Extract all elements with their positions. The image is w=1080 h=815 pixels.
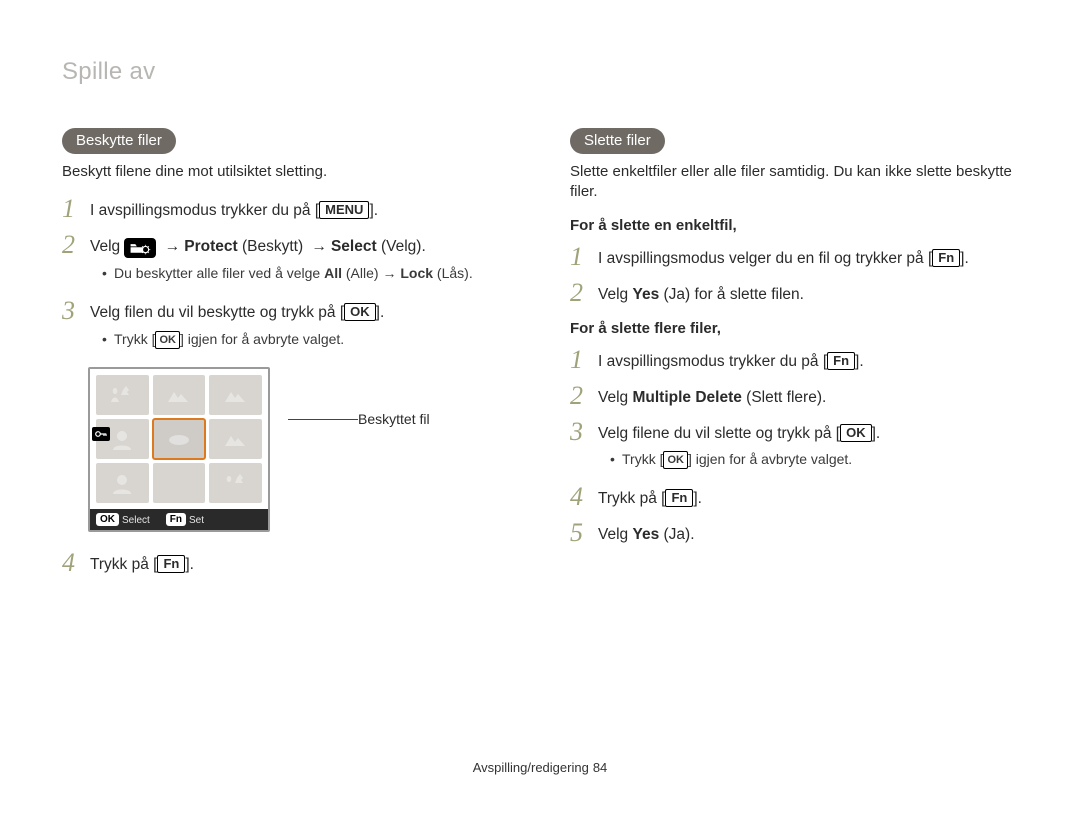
- page-footer: Avspilling/redigering84: [0, 760, 1080, 775]
- lcd-status-bar: OKSelect FnSet: [90, 509, 268, 530]
- lock-key-icon: [92, 427, 110, 441]
- selected-thumbnail: [153, 419, 206, 459]
- lcd-illustration: OKSelect FnSet Beskyttet fil: [88, 367, 510, 532]
- fn-button-icon: Fn: [827, 352, 855, 370]
- delete-single-step-1: I avspillingsmodus velger du en fil og t…: [598, 244, 1018, 270]
- page-title: Spille av: [62, 58, 155, 86]
- playback-settings-icon: [124, 238, 156, 258]
- delete-multi-step-2: Velg Multiple Delete (Slett flere).: [598, 383, 1018, 409]
- step-number: 5: [570, 520, 598, 546]
- section-pill-delete: Slette filer: [570, 128, 665, 154]
- fn-button-icon: Fn: [932, 249, 960, 267]
- delete-multi-step-3-sub: Trykk [OK] igjen for å avbryte valget.: [610, 450, 1018, 470]
- step-number: 2: [570, 280, 598, 306]
- section-pill-protect: Beskytte filer: [62, 128, 176, 154]
- step-number: 4: [62, 550, 90, 576]
- step-2-text: Velg →Protect (Beskytt) →Select (Velg). …: [90, 232, 510, 288]
- step-number: 1: [62, 196, 90, 222]
- fn-button-icon: Fn: [665, 489, 693, 507]
- ok-button-icon: OK: [840, 424, 872, 442]
- step-4-text: Trykk på [Fn].: [90, 550, 510, 576]
- delete-multi-step-5: Velg Yes (Ja).: [598, 520, 1018, 546]
- protect-intro: Beskytt filene dine mot utilsiktet slett…: [62, 162, 510, 182]
- callout-label: Beskyttet fil: [358, 411, 430, 464]
- menu-button-icon: MENU: [319, 201, 369, 219]
- step-number: 2: [62, 232, 90, 258]
- delete-single-step-2: Velg Yes (Ja) for å slette filen.: [598, 280, 1018, 306]
- subhead-multi: For å slette flere filer,: [570, 320, 1018, 337]
- step-3-text: Velg filen du vil beskytte og trykk på […: [90, 298, 510, 354]
- ok-button-icon: OK: [663, 451, 688, 469]
- subhead-single: For å slette en enkeltfil,: [570, 217, 1018, 234]
- delete-multi-step-3: Velg filene du vil slette og trykk på [O…: [598, 419, 1018, 475]
- step-number: 3: [570, 419, 598, 445]
- left-column: Beskytte filer Beskytt filene dine mot u…: [62, 128, 510, 586]
- step-number: 4: [570, 484, 598, 510]
- step-number: 1: [570, 347, 598, 373]
- delete-intro: Slette enkeltfiler eller alle filer samt…: [570, 162, 1018, 203]
- delete-multi-step-4: Trykk på [Fn].: [598, 484, 1018, 510]
- step-1-text: I avspillingsmodus trykker du på [MENU].: [90, 196, 510, 222]
- fn-button-icon: Fn: [157, 555, 185, 573]
- ok-button-icon: OK: [344, 303, 376, 321]
- step-2-sub: Du beskytter alle filer ved å velge All …: [102, 264, 510, 284]
- step-3-sub: Trykk [OK] igjen for å avbryte valget.: [102, 330, 510, 350]
- ok-button-icon: OK: [155, 331, 180, 349]
- right-column: Slette filer Slette enkeltfiler eller al…: [570, 128, 1018, 586]
- callout-leader: [288, 419, 358, 420]
- delete-multi-step-1: I avspillingsmodus trykker du på [Fn].: [598, 347, 1018, 373]
- step-number: 1: [570, 244, 598, 270]
- step-number: 3: [62, 298, 90, 324]
- step-number: 2: [570, 383, 598, 409]
